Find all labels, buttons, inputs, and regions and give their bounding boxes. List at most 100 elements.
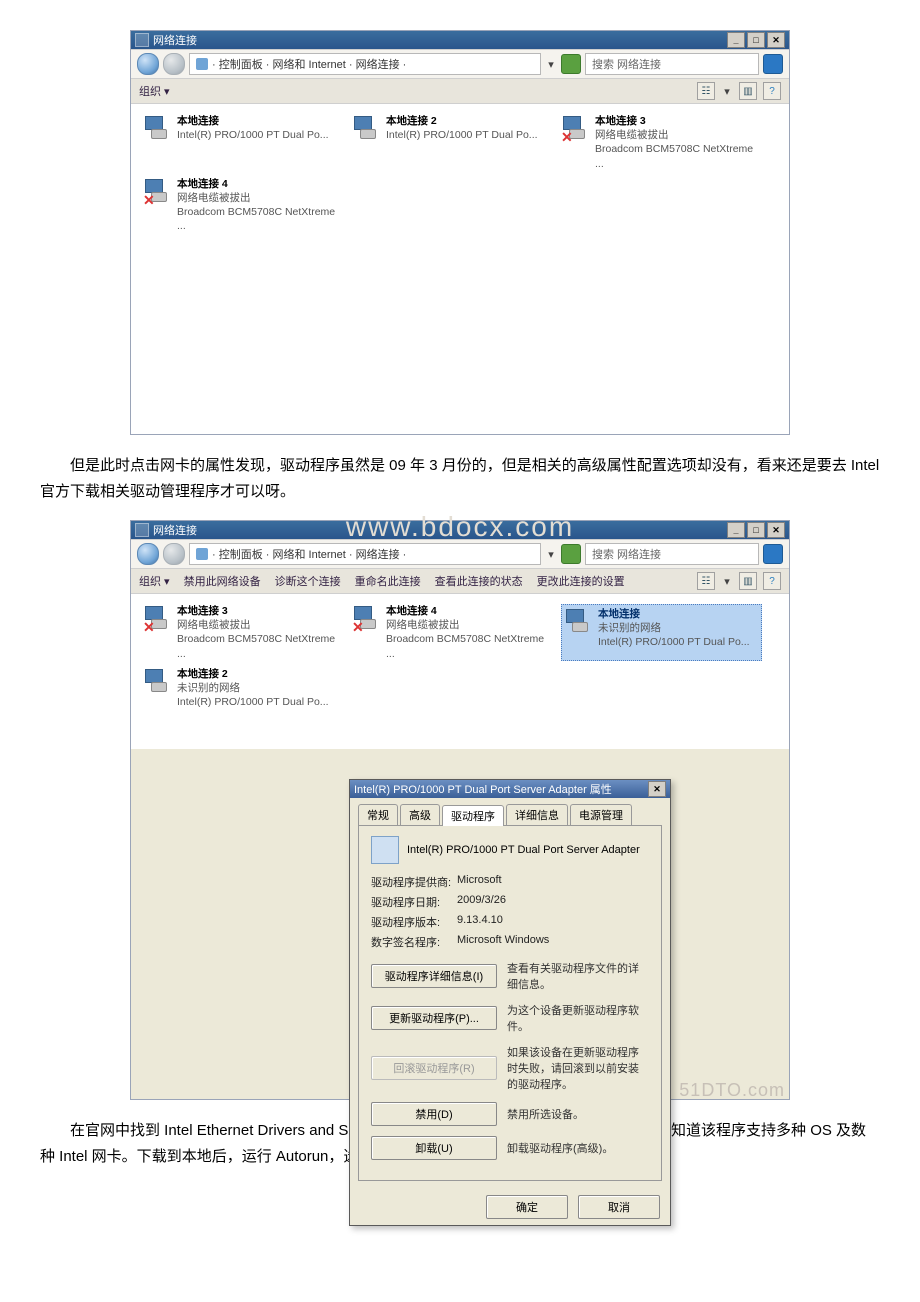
path-dropdown-icon[interactable]: ▾ <box>545 548 557 561</box>
connection-device: Intel(R) PRO/1000 PT Dual Po... <box>177 128 329 142</box>
connection-name: 本地连接 <box>177 115 219 127</box>
property-value: Microsoft <box>457 874 502 890</box>
refresh-button[interactable] <box>561 54 581 74</box>
toolbar: 组织 ▾ ☷ ▾ ▥ ? <box>131 79 789 104</box>
search-input[interactable]: 搜索 网络连接 <box>585 53 759 75</box>
connections-area: 本地连接Intel(R) PRO/1000 PT Dual Po...本地连接 … <box>131 104 789 434</box>
property-value: 9.13.4.10 <box>457 914 503 930</box>
dialog-tab[interactable]: 高级 <box>400 804 440 825</box>
connection-name: 本地连接 3 <box>595 115 646 127</box>
back-button[interactable] <box>137 53 159 75</box>
breadcrumb-text: · 控制面板 · 网络和 Internet · 网络连接 · <box>212 546 406 562</box>
ok-button[interactable]: 确定 <box>486 1195 568 1219</box>
title-bar: 网络连接 _ □ ✕ <box>131 31 789 49</box>
toolbar-action[interactable]: 查看此连接的状态 <box>435 573 523 589</box>
toolbar-action[interactable]: 禁用此网络设备 <box>184 573 261 589</box>
minimize-button[interactable]: _ <box>727 522 745 538</box>
dialog-action-desc: 禁用所选设备。 <box>507 1106 649 1122</box>
connection-name: 本地连接 <box>598 608 640 620</box>
forward-button[interactable] <box>163 543 185 565</box>
breadcrumb[interactable]: · 控制面板 · 网络和 Internet · 网络连接 · <box>189 53 541 75</box>
network-adapter-icon <box>143 667 171 695</box>
dialog-tab[interactable]: 详细信息 <box>506 804 568 825</box>
dialog-close-button[interactable]: ✕ <box>648 781 666 797</box>
search-placeholder: 搜索 网络连接 <box>592 546 661 562</box>
connection-status: 网络电缆被拔出 <box>595 128 756 142</box>
connection-name: 本地连接 2 <box>177 668 228 680</box>
view-dropdown-icon[interactable]: ▾ <box>721 85 733 98</box>
toolbar-action[interactable]: 重命名此连接 <box>355 573 421 589</box>
connection-item[interactable]: 本地连接Intel(R) PRO/1000 PT Dual Po... <box>143 114 338 171</box>
dialog-action-button[interactable]: 卸载(U) <box>371 1136 497 1160</box>
preview-pane-icon[interactable]: ▥ <box>739 572 757 590</box>
toolbar-action[interactable]: 更改此连接的设置 <box>537 573 625 589</box>
view-icon[interactable]: ☷ <box>697 572 715 590</box>
forward-button[interactable] <box>163 53 185 75</box>
connection-status: 网络电缆被拔出 <box>386 618 547 632</box>
view-icon[interactable]: ☷ <box>697 82 715 100</box>
dialog-action-button[interactable]: 驱动程序详细信息(I) <box>371 964 497 988</box>
location-icon <box>196 548 208 560</box>
property-value: 2009/3/26 <box>457 894 506 910</box>
connection-item[interactable]: ✕本地连接 4网络电缆被拔出Broadcom BCM5708C NetXtrem… <box>352 604 547 661</box>
dialog-tab[interactable]: 电源管理 <box>570 804 632 825</box>
dialog-action-desc: 卸载驱动程序(高级)。 <box>507 1140 649 1156</box>
connection-item[interactable]: ✕本地连接 3网络电缆被拔出Broadcom BCM5708C NetXtrem… <box>561 114 756 171</box>
search-input[interactable]: 搜索 网络连接 <box>585 543 759 565</box>
connection-device: Broadcom BCM5708C NetXtreme ... <box>386 632 547 660</box>
property-label: 驱动程序版本: <box>371 914 457 930</box>
maximize-button[interactable]: □ <box>747 32 765 48</box>
connection-item[interactable]: 本地连接未识别的网络Intel(R) PRO/1000 PT Dual Po..… <box>561 604 762 661</box>
connections-area: ✕本地连接 3网络电缆被拔出Broadcom BCM5708C NetXtrem… <box>131 594 789 749</box>
connection-status: 未识别的网络 <box>177 681 329 695</box>
nav-row: · 控制面板 · 网络和 Internet · 网络连接 · ▾ 搜索 网络连接 <box>131 49 789 79</box>
window-title: 网络连接 <box>153 522 197 538</box>
dialog-tab[interactable]: 驱动程序 <box>442 805 504 826</box>
screenshot-1: 网络连接 _ □ ✕ · 控制面板 · 网络和 Internet · 网络连接 … <box>130 30 790 435</box>
connection-device: Broadcom BCM5708C NetXtreme ... <box>177 205 338 233</box>
close-button[interactable]: ✕ <box>767 32 785 48</box>
organize-menu[interactable]: 组织 ▾ <box>139 83 170 99</box>
path-dropdown-icon[interactable]: ▾ <box>545 58 557 71</box>
dialog-action-button[interactable]: 更新驱动程序(P)... <box>371 1006 497 1030</box>
connection-name: 本地连接 2 <box>386 115 437 127</box>
dialog-tabs: 常规高级驱动程序详细信息电源管理 <box>350 798 670 825</box>
connection-device: Intel(R) PRO/1000 PT Dual Po... <box>177 695 329 709</box>
window-title: 网络连接 <box>153 32 197 48</box>
help-icon[interactable]: ? <box>763 572 781 590</box>
dialog-body: Intel(R) PRO/1000 PT Dual Port Server Ad… <box>358 825 662 1181</box>
cancel-button[interactable]: 取消 <box>578 1195 660 1219</box>
maximize-button[interactable]: □ <box>747 522 765 538</box>
connection-item[interactable]: ✕本地连接 3网络电缆被拔出Broadcom BCM5708C NetXtrem… <box>143 604 338 661</box>
toolbar-action[interactable]: 诊断这个连接 <box>275 573 341 589</box>
preview-pane-icon[interactable]: ▥ <box>739 82 757 100</box>
close-button[interactable]: ✕ <box>767 522 785 538</box>
network-adapter-icon: ✕ <box>143 604 171 632</box>
dialog-action-desc: 为这个设备更新驱动程序软件。 <box>507 1002 649 1034</box>
dialog-tab[interactable]: 常规 <box>358 804 398 825</box>
connection-item[interactable]: 本地连接 2未识别的网络Intel(R) PRO/1000 PT Dual Po… <box>143 667 338 710</box>
search-placeholder: 搜索 网络连接 <box>592 56 661 72</box>
organize-menu[interactable]: 组织 ▾ <box>139 573 170 589</box>
breadcrumb[interactable]: · 控制面板 · 网络和 Internet · 网络连接 · <box>189 543 541 565</box>
search-go-button[interactable] <box>763 544 783 564</box>
connection-status: 网络电缆被拔出 <box>177 618 338 632</box>
connection-item[interactable]: ✕本地连接 4网络电缆被拔出Broadcom BCM5708C NetXtrem… <box>143 177 338 234</box>
connection-status: 网络电缆被拔出 <box>177 191 338 205</box>
back-button[interactable] <box>137 543 159 565</box>
help-icon[interactable]: ? <box>763 82 781 100</box>
connection-device: Intel(R) PRO/1000 PT Dual Po... <box>598 635 750 649</box>
property-label: 驱动程序提供商: <box>371 874 457 890</box>
network-adapter-icon: ✕ <box>561 114 589 142</box>
view-dropdown-icon[interactable]: ▾ <box>721 575 733 588</box>
device-name: Intel(R) PRO/1000 PT Dual Port Server Ad… <box>407 844 640 856</box>
refresh-button[interactable] <box>561 544 581 564</box>
dialog-action-button[interactable]: 禁用(D) <box>371 1102 497 1126</box>
window-icon <box>135 33 149 47</box>
connection-item[interactable]: 本地连接 2Intel(R) PRO/1000 PT Dual Po... <box>352 114 547 171</box>
window-icon <box>135 523 149 537</box>
page-watermark: www.bdocx.com <box>346 511 574 543</box>
search-go-button[interactable] <box>763 54 783 74</box>
connection-status: 未识别的网络 <box>598 621 750 635</box>
minimize-button[interactable]: _ <box>727 32 745 48</box>
